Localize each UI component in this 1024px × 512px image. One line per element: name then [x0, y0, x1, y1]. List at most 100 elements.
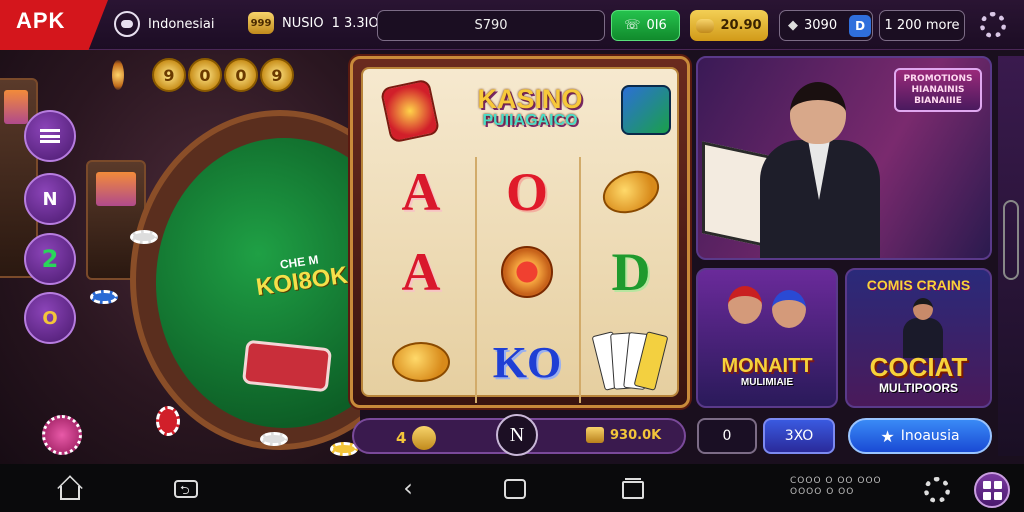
coin-balance[interactable]: 999 NUSIO 1 3.3IO: [248, 12, 379, 34]
chest-icon: [696, 18, 715, 33]
call-button-value: 0I6: [646, 18, 667, 33]
game-card-cocat-subtitle: MULTIPOORS: [878, 381, 959, 395]
coin: 0: [224, 58, 258, 92]
top-bar: APK Indonesiai 999 NUSIO 1 3.3IO S790 ☏ …: [0, 0, 1024, 50]
home-icon[interactable]: [56, 475, 84, 502]
nav-status-text: COOO O OO OOO OOOO O OO: [790, 476, 882, 498]
game-card-cocat[interactable]: COMIS CRAINS COCIAT MULTIPOORS: [845, 268, 992, 408]
gold-balance-value: 20.90: [720, 18, 762, 33]
region-button-label: Inoausia: [900, 428, 960, 444]
search-field-value: S790: [474, 18, 508, 33]
side-button-o[interactable]: O: [24, 292, 76, 344]
fruit-icon: [392, 342, 450, 382]
table-card: [241, 339, 333, 393]
menu-button[interactable]: [24, 110, 76, 162]
player-face: [728, 286, 762, 324]
zero-counter-button[interactable]: 0: [697, 418, 757, 454]
coin-counter[interactable]: 4: [396, 426, 437, 450]
coin-balance-value: NUSIO: [282, 15, 324, 31]
chest-counter-value: 930.0K: [610, 427, 662, 443]
table-felt-text: CHE M KOI8OK: [224, 246, 360, 305]
search-field[interactable]: S790: [377, 10, 605, 41]
coin: 9: [152, 58, 186, 92]
game-card-cocat-title: COCIAT: [869, 352, 968, 382]
region-button[interactable]: ★ Inoausia: [848, 418, 992, 454]
player-face: [772, 290, 806, 328]
game-card-cocat-top: COMIS CRAINS: [866, 277, 971, 293]
more-button-label: 1 200 more: [884, 18, 960, 33]
slot-title: KASINO PUIIAGAICO: [455, 85, 605, 130]
diamond-balance-value: 3090: [804, 18, 838, 33]
slot-machine-inner: KASINO PUIIAGAICO A A O KO D: [361, 67, 679, 403]
globe-icon: [114, 11, 140, 37]
apps-grid-button[interactable]: [974, 472, 1010, 508]
lucky-cat-icon: [379, 78, 441, 144]
settings-icon[interactable]: [924, 477, 950, 503]
side-button-2-label: 2: [41, 245, 59, 273]
poker-chip: [90, 290, 118, 304]
playing-cards-icon: [591, 331, 669, 391]
chip-icon[interactable]: [42, 415, 82, 455]
phone-icon: ☏: [624, 18, 641, 33]
game-card-monait-title: MONAITT: [721, 355, 813, 377]
more-button[interactable]: 1 200 more: [879, 10, 965, 41]
side-button-2[interactable]: 2: [24, 233, 76, 285]
coin-icon: [412, 426, 437, 450]
drawer-handle[interactable]: [1003, 200, 1019, 280]
game-card-monait-subtitle: MULIMIAIE: [740, 377, 794, 388]
reel-1: A A: [371, 157, 471, 403]
promo-banner-card[interactable]: PROMOTIONS HIANAINIS BIANAIIIE: [696, 56, 992, 260]
center-balance-bar: 4 N 930.0K: [352, 414, 686, 456]
gold-balance-button[interactable]: 20.90: [690, 10, 768, 41]
star-icon: ★: [880, 426, 895, 446]
recent-apps-icon[interactable]: [620, 476, 648, 502]
poker-chip: [260, 432, 288, 446]
overview-icon[interactable]: [502, 476, 530, 502]
treasure-chest-icon: [586, 427, 604, 443]
diamond-balance[interactable]: ◆ 3090 D: [779, 10, 873, 41]
reel-symbol-ko: KO: [492, 337, 562, 387]
back-icon[interactable]: ‹: [394, 476, 422, 502]
nav-status-line1: COOO O OO OOO: [790, 476, 882, 486]
slot-title-line2: PUIIAGAICO: [482, 112, 578, 130]
dealer-figure: [760, 76, 880, 258]
region-label: Indonesiai: [148, 16, 215, 32]
reel-symbol-a: A: [401, 242, 441, 302]
reel-symbol-flower: [487, 237, 567, 307]
multiplier-value: 3XO: [784, 428, 814, 444]
center-n-button[interactable]: N: [496, 414, 538, 456]
reel-symbol-a: A: [401, 162, 441, 222]
promo-badge-title: PROMOTIONS HIANAINIS BIANAIIIE: [894, 68, 982, 113]
dice-icon: [621, 85, 671, 135]
side-button-n[interactable]: N: [24, 173, 76, 225]
multiplier-button[interactable]: 3XO: [763, 418, 835, 454]
coin-stack: 9 0 0 9: [152, 58, 294, 92]
chest-counter[interactable]: 930.0K: [586, 427, 661, 443]
settings-gear-icon[interactable]: [980, 12, 1006, 38]
game-card-monait[interactable]: MONAITT MULIMIAIE: [696, 268, 838, 408]
side-button-n-label: N: [42, 188, 58, 210]
coin: 9: [260, 58, 294, 92]
reel-symbol-cards: [591, 327, 671, 397]
reel-symbol-o: O: [505, 162, 548, 222]
call-button[interactable]: ☏ 0I6: [611, 10, 680, 41]
reel-3: D: [579, 157, 679, 403]
poker-table: CHE M KOI8OK: [130, 110, 360, 450]
return-icon[interactable]: ⮌: [172, 476, 200, 502]
fruit-icon: [596, 163, 666, 221]
add-badge[interactable]: D: [849, 14, 872, 37]
system-navigation-bar: ⮌ ‹ COOO O OO OOO OOOO O OO: [0, 464, 1024, 512]
region-selector[interactable]: Indonesiai: [114, 11, 214, 37]
poker-chip: [130, 230, 158, 244]
nav-status-line2: OOOO O OO: [790, 486, 855, 497]
coin-counter-value: 4: [396, 429, 407, 447]
slot-title-line1: KASINO: [477, 84, 583, 114]
reel-2: O KO: [475, 157, 575, 403]
slot-machine-card[interactable]: KASINO PUIIAGAICO A A O KO D: [350, 56, 690, 408]
diamond-icon: ◆: [788, 18, 798, 33]
poker-chip: [156, 406, 180, 436]
reel-symbol-fruit: [381, 327, 461, 397]
apk-badge[interactable]: APK: [0, 0, 108, 50]
flower-icon: [501, 246, 553, 298]
host-figure: [903, 298, 943, 358]
